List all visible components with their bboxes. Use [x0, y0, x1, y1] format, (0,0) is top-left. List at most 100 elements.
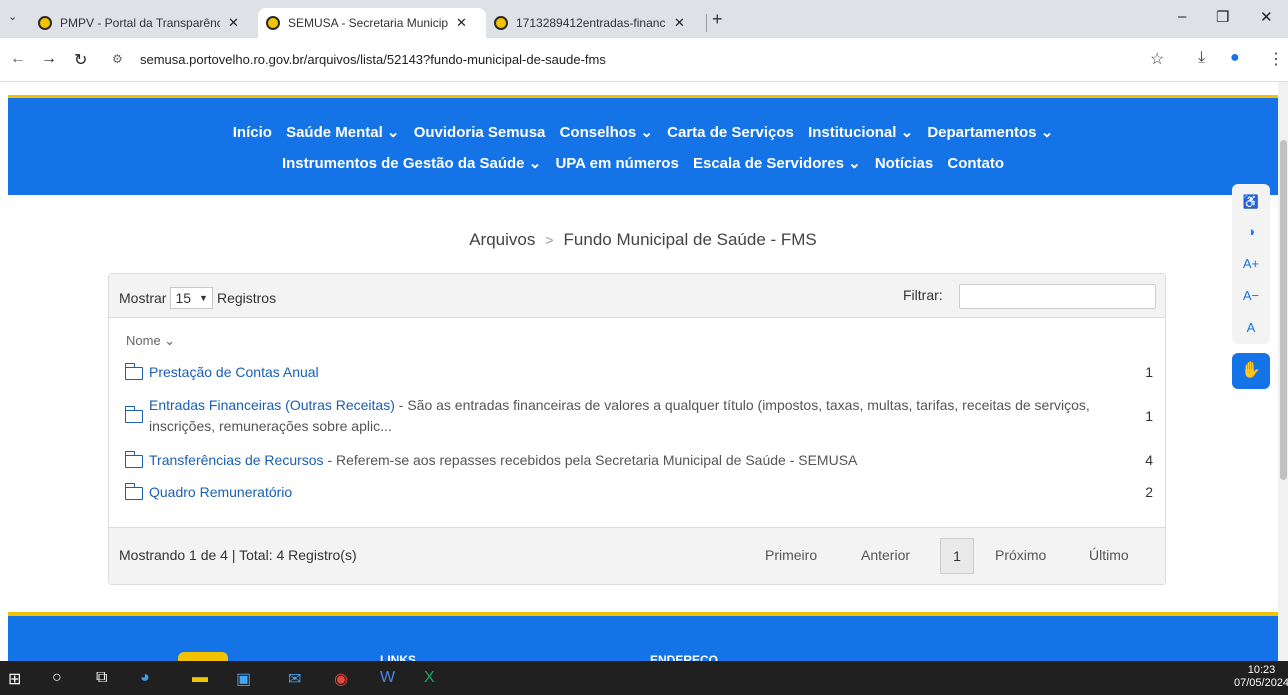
- reload-icon[interactable]: ↻: [74, 50, 87, 70]
- url-text[interactable]: semusa.portovelho.ro.gov.br/arquivos/lis…: [140, 52, 606, 67]
- menu-contato[interactable]: Contato: [947, 155, 1004, 172]
- sort-name-header[interactable]: Nome ⌄: [126, 333, 175, 349]
- breadcrumb-current: Fundo Municipal de Saúde - FMS: [563, 230, 817, 249]
- tab-entradas[interactable]: 1713289412entradas-financeira ✕: [486, 8, 706, 38]
- pagination-next[interactable]: Próximo: [995, 547, 1046, 563]
- close-window-button[interactable]: ✕: [1260, 8, 1273, 26]
- font-increase-button[interactable]: A+: [1232, 256, 1270, 271]
- main-menu-row-1: Início Saúde Mental ⌄ Ouvidoria Semusa C…: [8, 123, 1278, 141]
- mail-icon[interactable]: ✉: [288, 669, 301, 689]
- records-summary: Mostrando 1 de 4 | Total: 4 Registro(s): [119, 547, 357, 563]
- folder-description: - Referem-se aos repasses recebidos pela…: [323, 452, 858, 468]
- list-item[interactable]: Prestação de Contas Anual 1: [123, 362, 1157, 383]
- task-view-icon[interactable]: ⧉: [96, 669, 107, 687]
- page-size-value: 15: [175, 290, 192, 306]
- menu-escala[interactable]: Escala de Servidores ⌄: [693, 155, 861, 172]
- font-decrease-button[interactable]: A−: [1232, 288, 1270, 303]
- folder-icon: [124, 451, 143, 468]
- windows-taskbar: ⊞ ○ ⧉ ◕ ▬ ▣ ✉ ◉ W X 10:23 07/05/2024: [0, 661, 1288, 695]
- tab-list-icon[interactable]: ⌄: [8, 10, 17, 23]
- tab-title: 1713289412entradas-financeira: [516, 16, 666, 30]
- folder-link[interactable]: Quadro Remuneratório: [149, 484, 292, 500]
- breadcrumb-root[interactable]: Arquivos: [469, 230, 535, 249]
- pagination-current-page[interactable]: 1: [940, 538, 974, 574]
- item-count: 1: [1145, 364, 1153, 380]
- download-icon[interactable]: ⤓: [1198, 49, 1205, 67]
- list-item[interactable]: Quadro Remuneratório 2: [123, 482, 1157, 503]
- word-icon[interactable]: W: [380, 669, 395, 687]
- menu-saude-mental[interactable]: Saúde Mental ⌄: [286, 124, 399, 141]
- chevron-down-icon: ▼: [199, 293, 208, 303]
- menu-conselhos[interactable]: Conselhos ⌄: [560, 124, 653, 141]
- panel-toolbar: Mostrar 15 ▼ Registros Filtrar:: [109, 274, 1165, 318]
- accessibility-toolbar: ♿ ◑ A+ A− A: [1232, 184, 1270, 344]
- contrast-icon[interactable]: ◑: [1232, 224, 1270, 239]
- menu-upa[interactable]: UPA em números: [555, 155, 678, 172]
- folder-icon: [124, 363, 143, 380]
- list-item[interactable]: Transferências de Recursos - Referem-se …: [123, 450, 1157, 471]
- store-icon[interactable]: ▣: [236, 669, 251, 689]
- menu-inicio[interactable]: Início: [233, 124, 272, 141]
- panel-footer: Mostrando 1 de 4 | Total: 4 Registro(s) …: [109, 527, 1165, 584]
- chrome-icon[interactable]: ◉: [334, 669, 348, 689]
- close-icon[interactable]: ✕: [674, 15, 685, 31]
- star-icon[interactable]: ☆: [1150, 49, 1164, 69]
- item-count: 1: [1145, 408, 1153, 424]
- folder-link[interactable]: Entradas Financeiras (Outras Receitas): [149, 397, 395, 413]
- windows-start-icon[interactable]: ⊞: [8, 669, 21, 689]
- favicon-icon: [494, 16, 508, 30]
- folder-link[interactable]: Transferências de Recursos: [149, 452, 324, 468]
- back-icon[interactable]: ←: [10, 50, 26, 68]
- menu-institucional[interactable]: Institucional ⌄: [808, 124, 913, 141]
- excel-icon[interactable]: X: [424, 669, 435, 687]
- menu-icon[interactable]: ⋮: [1268, 49, 1284, 69]
- folder-link[interactable]: Prestação de Contas Anual: [149, 364, 319, 380]
- show-label: Mostrar: [119, 290, 167, 306]
- page-size-select[interactable]: 15 ▼: [170, 287, 213, 309]
- site-info-icon[interactable]: ⚙: [112, 52, 123, 66]
- system-clock[interactable]: 10:23 07/05/2024: [1234, 664, 1288, 690]
- tab-divider: [706, 14, 707, 32]
- clock-date: 07/05/2024: [1234, 677, 1288, 689]
- tab-semusa[interactable]: SEMUSA - Secretaria Municipal ✕: [258, 8, 486, 38]
- sign-language-icon[interactable]: ✋: [1232, 353, 1270, 389]
- site-footer: LINKS ENDEREÇO: [8, 616, 1278, 667]
- pagination-previous[interactable]: Anterior: [861, 547, 910, 563]
- menu-departamentos[interactable]: Departamentos ⌄: [927, 124, 1053, 141]
- records-label: Registros: [216, 290, 277, 306]
- close-icon[interactable]: ✕: [228, 15, 239, 31]
- scrollbar-thumb[interactable]: [1280, 140, 1287, 480]
- filter-input[interactable]: [959, 284, 1156, 309]
- breadcrumb: Arquivos > Fundo Municipal de Saúde - FMS: [0, 230, 1286, 250]
- minimize-button[interactable]: –: [1178, 8, 1186, 25]
- menu-noticias[interactable]: Notícias: [875, 155, 933, 172]
- close-icon[interactable]: ✕: [456, 15, 467, 31]
- favicon-icon: [266, 16, 280, 30]
- maximize-button[interactable]: ❐: [1216, 8, 1229, 26]
- files-panel: Mostrar 15 ▼ Registros Filtrar: Nome ⌄ P…: [108, 273, 1166, 585]
- filter-label: Filtrar:: [903, 287, 943, 303]
- tab-title: PMPV - Portal da Transparência: [60, 16, 220, 30]
- pagination-last[interactable]: Último: [1089, 547, 1129, 563]
- profile-icon[interactable]: ●: [1230, 49, 1240, 67]
- tab-pmpv[interactable]: PMPV - Portal da Transparência ✕: [30, 8, 260, 38]
- folder-icon: [124, 483, 143, 500]
- favicon-icon: [38, 16, 52, 30]
- item-count: 2: [1145, 484, 1153, 500]
- main-menu-row-2: Instrumentos de Gestão da Saúde ⌄ UPA em…: [8, 154, 1278, 172]
- wheelchair-icon[interactable]: ♿: [1232, 194, 1270, 210]
- menu-ouvidoria[interactable]: Ouvidoria Semusa: [414, 124, 546, 141]
- folder-icon: [124, 406, 143, 423]
- search-icon[interactable]: ○: [52, 669, 62, 687]
- file-explorer-icon[interactable]: ▬: [192, 669, 208, 687]
- new-tab-button[interactable]: +: [712, 9, 723, 30]
- forward-icon[interactable]: →: [41, 50, 57, 68]
- menu-carta-servicos[interactable]: Carta de Serviços: [667, 124, 794, 141]
- font-reset-button[interactable]: A: [1232, 320, 1270, 335]
- tab-title: SEMUSA - Secretaria Municipal: [288, 16, 448, 30]
- breadcrumb-separator: >: [545, 232, 554, 248]
- menu-instrumentos[interactable]: Instrumentos de Gestão da Saúde ⌄: [282, 155, 541, 172]
- edge-icon[interactable]: ◕: [140, 669, 150, 687]
- pagination-first[interactable]: Primeiro: [765, 547, 817, 563]
- list-item[interactable]: Entradas Financeiras (Outras Receitas) -…: [123, 395, 1157, 437]
